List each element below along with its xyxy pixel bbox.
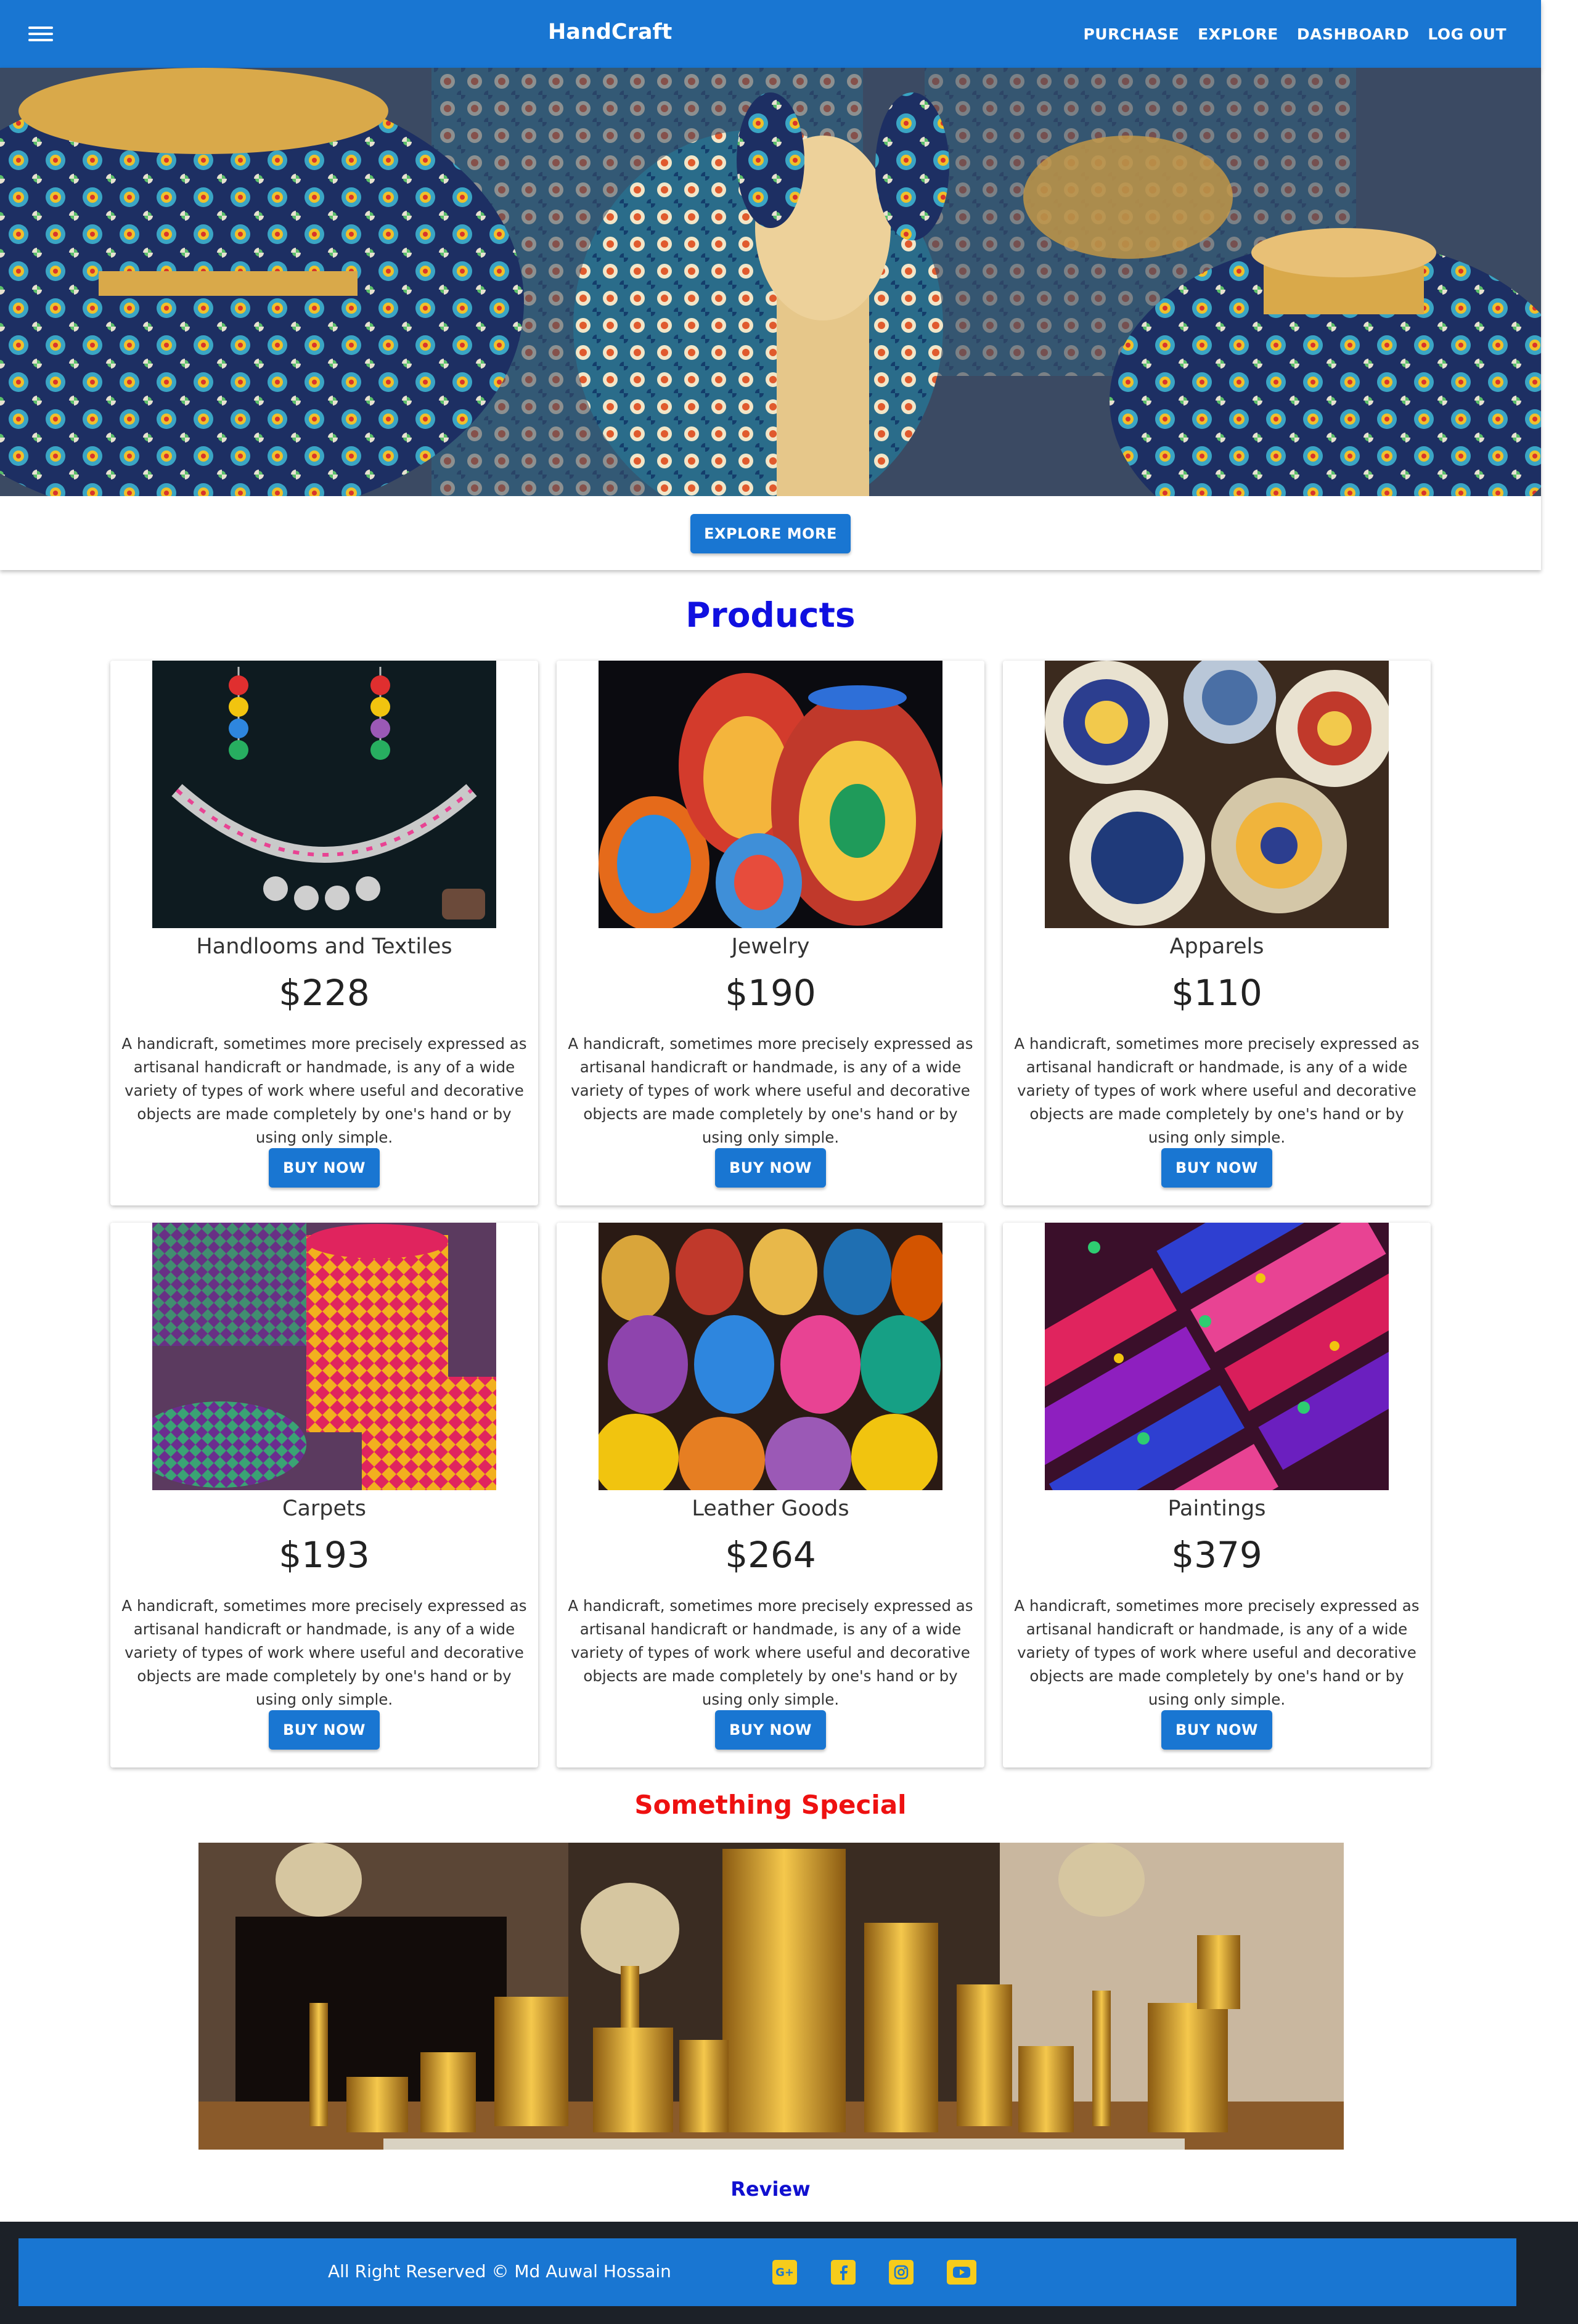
product-card: Jewelry $190 A handicraft, sometimes mor… <box>557 661 984 1205</box>
product-name: Apparels <box>1169 934 1264 959</box>
product-image <box>599 1223 942 1490</box>
special-heading: Something Special <box>634 1790 907 1820</box>
youtube-icon[interactable] <box>947 2260 976 2285</box>
nav-dashboard[interactable]: DASHBOARD <box>1297 25 1410 43</box>
brand-title: HandCraft <box>548 20 672 44</box>
footer-bar: All Right Reserved © Md Auwal Hossain G+ <box>18 2238 1516 2306</box>
nav-purchase[interactable]: PURCHASE <box>1083 25 1179 43</box>
hero-banner: EXPLORE MORE <box>0 68 1541 570</box>
product-card: Carpets $193 A handicraft, sometimes mor… <box>110 1223 538 1767</box>
product-price: $379 <box>1171 1534 1262 1576</box>
product-description: A handicraft, sometimes more precisely e… <box>568 1035 973 1146</box>
product-image <box>152 1223 496 1490</box>
special-image <box>198 1843 1344 2150</box>
menu-icon[interactable] <box>28 25 53 43</box>
product-description: A handicraft, sometimes more precisely e… <box>1014 1035 1420 1146</box>
buy-now-button[interactable]: BUY NOW <box>269 1148 380 1188</box>
product-description: A handicraft, sometimes more precisely e… <box>568 1597 973 1708</box>
product-name: Jewelry <box>731 934 810 959</box>
top-nav: PURCHASE EXPLORE DASHBOARD LOG OUT <box>1083 0 1506 68</box>
buy-now-button[interactable]: BUY NOW <box>269 1710 380 1750</box>
review-link[interactable]: Review <box>0 2177 1541 2201</box>
product-description: A handicraft, sometimes more precisely e… <box>1014 1597 1420 1708</box>
product-image <box>1045 1223 1389 1490</box>
product-price: $193 <box>279 1534 370 1576</box>
product-price: $228 <box>279 972 370 1014</box>
product-description: A handicraft, sometimes more precisely e… <box>121 1035 527 1146</box>
product-price: $190 <box>725 972 816 1014</box>
nav-explore[interactable]: EXPLORE <box>1198 25 1278 43</box>
buy-now-button[interactable]: BUY NOW <box>1161 1148 1272 1188</box>
product-image <box>1045 661 1389 928</box>
explore-more-button[interactable]: EXPLORE MORE <box>690 514 851 553</box>
footer: All Right Reserved © Md Auwal Hossain G+ <box>0 2222 1578 2324</box>
buy-now-button[interactable]: BUY NOW <box>1161 1710 1272 1750</box>
buy-now-button[interactable]: BUY NOW <box>715 1148 826 1188</box>
facebook-icon[interactable] <box>831 2260 856 2285</box>
copyright-text: All Right Reserved © Md Auwal Hossain <box>328 2261 671 2281</box>
product-image <box>152 661 496 928</box>
product-name: Leather Goods <box>692 1496 849 1521</box>
product-price: $110 <box>1171 972 1262 1014</box>
product-description: A handicraft, sometimes more precisely e… <box>121 1597 527 1708</box>
product-card: Handlooms and Textiles $228 A handicraft… <box>110 661 538 1205</box>
google-plus-icon[interactable]: G+ <box>772 2260 797 2285</box>
product-image <box>599 661 942 928</box>
nav-logout[interactable]: LOG OUT <box>1428 25 1506 43</box>
product-name: Paintings <box>1167 1496 1266 1521</box>
hero-image <box>0 68 1541 496</box>
product-card: Apparels $110 A handicraft, sometimes mo… <box>1003 661 1431 1205</box>
app-bar: HandCraft PURCHASE EXPLORE DASHBOARD LOG… <box>0 0 1541 68</box>
product-name: Handlooms and Textiles <box>196 934 452 959</box>
product-price: $264 <box>725 1534 816 1576</box>
product-card: Leather Goods $264 A handicraft, sometim… <box>557 1223 984 1767</box>
buy-now-button[interactable]: BUY NOW <box>715 1710 826 1750</box>
product-card: Paintings $379 A handicraft, sometimes m… <box>1003 1223 1431 1767</box>
product-name: Carpets <box>282 1496 366 1521</box>
instagram-icon[interactable] <box>889 2260 914 2285</box>
products-heading: Products <box>685 595 856 635</box>
